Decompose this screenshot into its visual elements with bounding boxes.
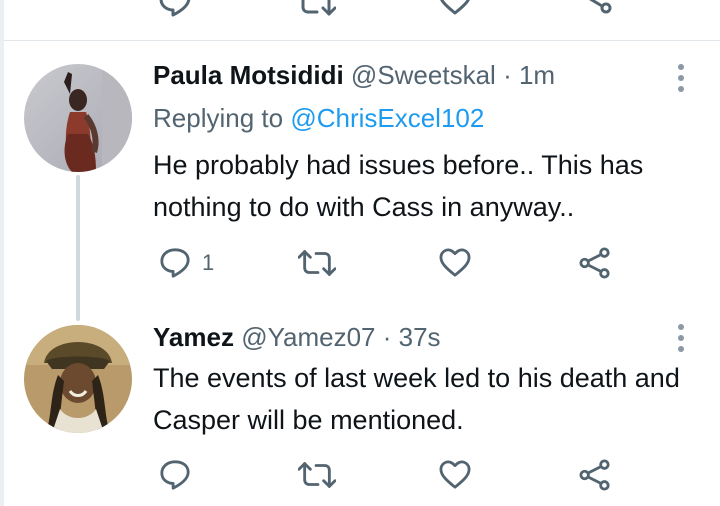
share-button[interactable] bbox=[578, 455, 612, 495]
separator: · bbox=[382, 322, 392, 352]
share-button[interactable] bbox=[578, 243, 612, 283]
display-name[interactable]: Yamez bbox=[153, 322, 234, 352]
reply-icon bbox=[160, 460, 190, 490]
reply-button[interactable] bbox=[158, 455, 192, 495]
user-handle[interactable]: @Yamez07 bbox=[241, 322, 375, 352]
share-icon bbox=[579, 459, 610, 491]
more-options-button[interactable] bbox=[669, 321, 693, 355]
more-options-button[interactable] bbox=[669, 61, 693, 95]
replying-to: Replying to @ChrisExcel102 bbox=[153, 102, 484, 134]
like-icon bbox=[439, 460, 471, 489]
user-handle[interactable]: @Sweetskal bbox=[351, 60, 496, 90]
thread-line bbox=[76, 175, 80, 321]
timestamp[interactable]: 1m bbox=[519, 60, 555, 90]
retweet-icon bbox=[298, 462, 336, 488]
more-icon bbox=[678, 324, 684, 330]
like-icon bbox=[439, 248, 471, 277]
mention-link[interactable]: @ChrisExcel102 bbox=[290, 103, 484, 133]
tweet-header: Paula Motsididi @Sweetskal · 1m bbox=[153, 59, 555, 91]
retweet-icon bbox=[298, 250, 336, 276]
timestamp[interactable]: 37s bbox=[399, 322, 441, 352]
reply-count: 1 bbox=[202, 250, 215, 275]
separator: · bbox=[503, 60, 512, 90]
like-icon[interactable] bbox=[437, 0, 473, 16]
like-button[interactable] bbox=[438, 243, 472, 283]
retweet-icon[interactable] bbox=[296, 0, 336, 16]
avatar[interactable] bbox=[24, 325, 132, 433]
tweet[interactable]: Paula Motsididi @Sweetskal · 1m Replying… bbox=[0, 41, 720, 301]
tweet[interactable]: Yamez @Yamez07 · 37s The events of last … bbox=[0, 305, 720, 506]
more-icon bbox=[678, 64, 684, 70]
share-icon bbox=[579, 247, 610, 279]
tweet-text: The events of last week led to his death… bbox=[153, 363, 680, 435]
avatar[interactable] bbox=[24, 64, 132, 172]
replying-label: Replying to bbox=[153, 103, 284, 133]
like-button[interactable] bbox=[438, 455, 472, 495]
tweet-header: Yamez @Yamez07 · 37s bbox=[153, 321, 441, 353]
retweet-button[interactable] bbox=[298, 455, 336, 495]
tweet-text: He probably had issues before.. This has… bbox=[153, 150, 644, 222]
previous-tweet-actions bbox=[0, 0, 720, 40]
share-icon[interactable] bbox=[578, 0, 614, 16]
reply-icon[interactable] bbox=[157, 0, 193, 18]
reply-button[interactable]: 1 bbox=[158, 243, 214, 283]
display-name[interactable]: Paula Motsididi bbox=[153, 60, 344, 90]
retweet-button[interactable] bbox=[298, 243, 336, 283]
reply-icon bbox=[160, 248, 190, 278]
